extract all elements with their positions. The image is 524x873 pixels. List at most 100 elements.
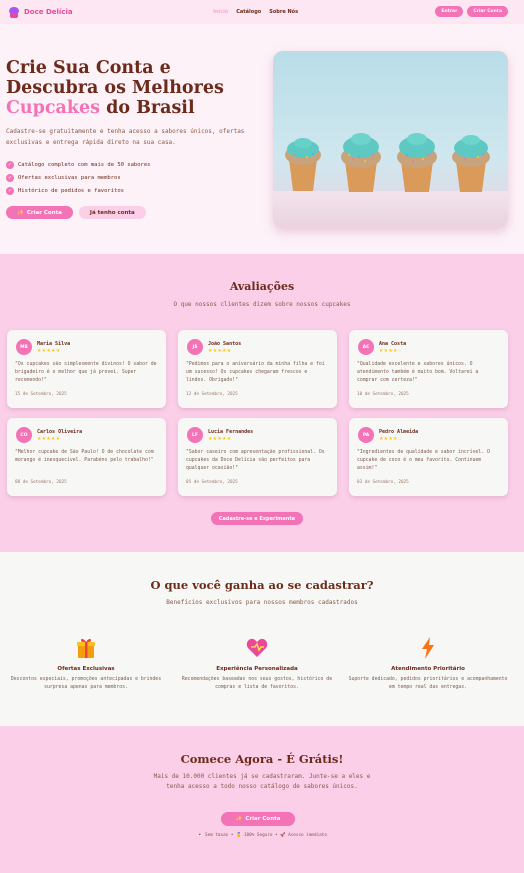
reviewer-name: Lucia Fernandes (208, 429, 254, 435)
cta-section: Comece Agora - É Grátis! Mais de 10.000 … (0, 726, 524, 873)
hero-description: Cadastre-se gratuitamente e tenha acesso… (6, 128, 245, 146)
cupcake-graphic (285, 133, 490, 192)
check-icon: ✓ (6, 173, 14, 182)
hero-title-line1: Crie Sua Conta e (6, 58, 171, 78)
star-icon: ★★★★★ (37, 436, 61, 442)
benefit-item: Atendimento Prioritário Suporte dedicado… (348, 636, 508, 692)
avatar: MS (16, 339, 32, 355)
create-account-button[interactable]: ✨ Criar Conta (6, 206, 73, 219)
avatar: PA (358, 427, 374, 443)
gift-icon (6, 636, 166, 660)
review-card: LF Lucia Fernandes ★★★★★ "Sabor caseiro … (178, 418, 337, 496)
review-date: 08 de Setembro, 2025 (15, 480, 67, 485)
benefit-description: Suporte dedicado, pedidos prioritários e… (348, 677, 508, 690)
review-card: JS João Santos ★★★★★ "Pedimos para o ani… (178, 330, 337, 408)
benefits-section: O que você ganha ao se cadastrar? Benefí… (0, 552, 524, 726)
nav-links: Início Catálogo Sobre Nós (213, 0, 298, 24)
have-account-button[interactable]: Já tenho conta (78, 206, 146, 219)
cupcakes-photo (273, 51, 508, 228)
hero-title-line3: Cupcakes do Brasil (6, 98, 266, 118)
hero-title: Crie Sua Conta e Descubra os Melhores Cu… (6, 58, 266, 118)
check-icon: ✓ (6, 186, 14, 195)
reviews-section: Avaliações O que nossos clientes dizem s… (0, 254, 524, 552)
cta-title: Comece Agora - É Grátis! (180, 752, 344, 766)
benefit-description: Recomendações baseadas nos seus gostos, … (181, 677, 333, 690)
review-card: CO Carlos Oliveira ★★★★★ "Melhor cupcake… (7, 418, 166, 496)
create-account-label: Criar Conta (26, 209, 62, 216)
benefit-title: Experiência Personalizada (216, 666, 298, 672)
reviewer-name: Pedro Almeida (379, 429, 419, 435)
hero-title-line2: Descubra os Melhores (6, 78, 224, 98)
star-rating: ★★★★★ (208, 436, 231, 442)
review-date: 10 de Setembro, 2025 (357, 392, 409, 397)
reviewer-name: João Santos (208, 341, 242, 347)
cta-create-account-button[interactable]: ✨ Criar Conta (221, 812, 295, 826)
avatar: AC (358, 339, 374, 355)
lightning-icon (348, 636, 508, 660)
sparkle-icon: ✨ (235, 816, 243, 822)
star-icon: ★★★★ (379, 348, 398, 354)
review-grid: MS Maria Silva ★★★★★ "Os cupcakes são si… (7, 330, 508, 496)
hero-section: Crie Sua Conta e Descubra os Melhores Cu… (0, 24, 524, 254)
star-icon: ★★★★ (379, 436, 398, 442)
star-rating: ★★★★★ (208, 348, 231, 354)
avatar: JS (187, 339, 203, 355)
benefits-subtitle: Benefícios exclusivos para nossos membro… (166, 599, 358, 606)
benefit-item: Ofertas Exclusivas Descontos especiais, … (6, 636, 166, 692)
review-date: 12 de Setembro, 2025 (186, 392, 238, 397)
benefits-title: O que você ganha ao se cadastrar? (150, 578, 374, 592)
review-text: "Qualidade excelente e sabores únicos. O… (357, 362, 479, 383)
star-icon: ★★★★★ (37, 348, 61, 354)
navbar: Doce Delícia Início Catálogo Sobre Nós E… (0, 0, 524, 24)
benefit-title: Atendimento Prioritário (391, 666, 465, 672)
cupcake-icon (8, 6, 20, 18)
review-text: "Sabor caseiro com apresentação profissi… (186, 450, 325, 471)
feature-item: ✓ Ofertas exclusivas para membros (6, 171, 150, 184)
review-card: MS Maria Silva ★★★★★ "Os cupcakes são si… (7, 330, 166, 408)
nav-link-sobre[interactable]: Sobre Nós (269, 9, 298, 15)
cta-button-label: Criar Conta (245, 816, 281, 822)
feature-text: Ofertas exclusivas para membros (18, 174, 121, 181)
review-text: "Melhor cupcake de São Paulo! O de choco… (15, 450, 154, 463)
feature-item: ✓ Histórico de pedidos e favoritos (6, 184, 150, 197)
reviews-subtitle: O que nossos clientes dizem sobre nossos… (173, 301, 351, 308)
star-empty-icon: ☆ (397, 436, 403, 442)
reviewer-name: Carlos Oliveira (37, 429, 83, 435)
star-rating: ★★★★☆ (379, 436, 402, 442)
sparkle-icon: ✨ (17, 209, 24, 216)
signup-experiment-button[interactable]: Cadastre-se e Experimente (211, 512, 303, 525)
star-empty-icon: ☆ (397, 348, 403, 354)
nav-actions: Entrar Criar Conta (435, 6, 508, 17)
review-date: 03 de Setembro, 2025 (357, 480, 409, 485)
feature-item: ✓ Catálogo completo com mais de 50 sabore… (6, 158, 150, 171)
hero-title-highlight: Cupcakes (6, 98, 100, 118)
reviewer-name: Ana Costa (379, 341, 407, 347)
nav-link-inicio[interactable]: Início (213, 9, 228, 15)
star-rating: ★★★★☆ (379, 348, 402, 354)
brand-name: Doce Delícia (24, 8, 73, 16)
feature-list: ✓ Catálogo completo com mais de 50 sabore… (6, 158, 150, 197)
benefit-description: Descontos especiais, promoções antecipad… (10, 677, 162, 690)
cta-description: Mais de 10.000 clientes já se cadastrara… (153, 773, 371, 790)
feature-text: Catálogo completo com mais de 50 sabores (18, 161, 151, 168)
benefit-item: Experiência Personalizada Recomendações … (177, 636, 337, 692)
signup-button[interactable]: Criar Conta (467, 6, 508, 17)
star-rating: ★★★★★ (37, 348, 60, 354)
login-button[interactable]: Entrar (435, 6, 464, 17)
reviews-title: Avaliações (229, 280, 295, 293)
star-rating: ★★★★★ (37, 436, 60, 442)
hero-actions: ✨ Criar Conta Já tenho conta (6, 206, 146, 219)
avatar: CO (16, 427, 32, 443)
review-text: "Pedimos para o aniversário da minha fil… (186, 362, 325, 383)
review-date: 05 de Setembro, 2025 (186, 480, 238, 485)
review-date: 15 de Setembro, 2025 (15, 392, 67, 397)
benefit-title: Ofertas Exclusivas (57, 666, 115, 672)
nav-link-catalogo[interactable]: Catálogo (236, 9, 261, 15)
review-text: "Ingredientes de qualidade e sabor incrí… (357, 450, 490, 471)
avatar: LF (187, 427, 203, 443)
review-text: "Os cupcakes são simplesmente divinos! O… (15, 362, 157, 383)
hero-title-end: do Brasil (100, 98, 195, 118)
brand-logo[interactable]: Doce Delícia (8, 6, 73, 18)
reviewer-name: Maria Silva (37, 341, 71, 347)
review-card: AC Ana Costa ★★★★☆ "Qualidade excelente … (349, 330, 508, 408)
